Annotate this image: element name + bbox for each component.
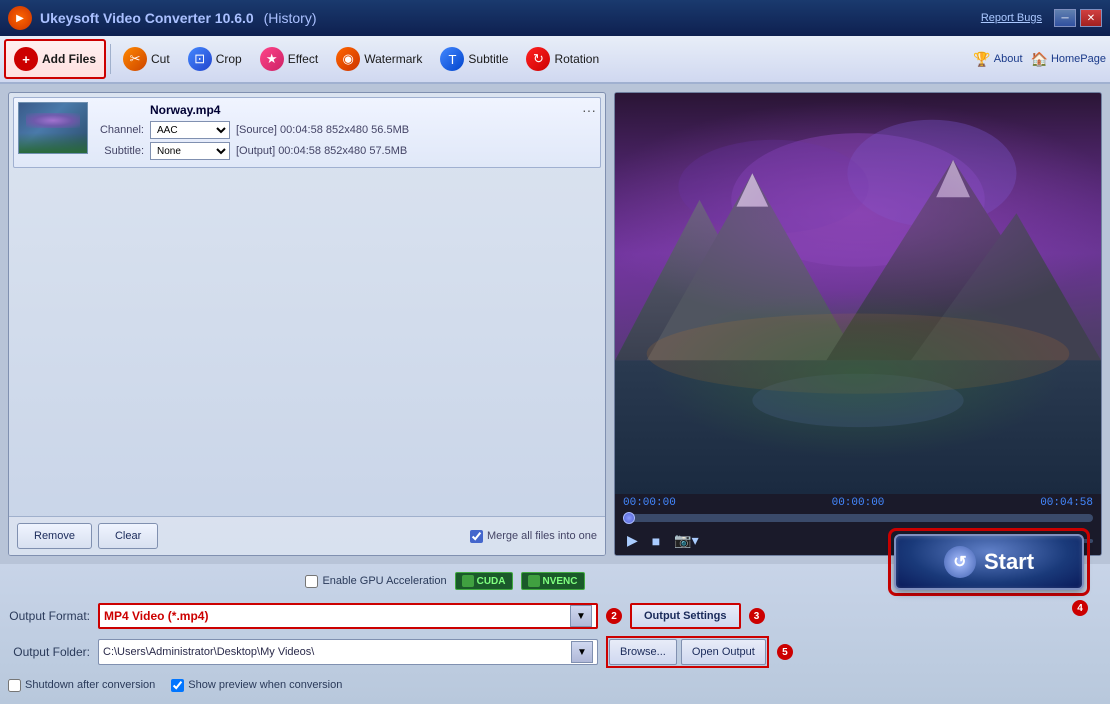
gpu-acceleration-checkbox[interactable] <box>305 575 318 588</box>
file-meta: Norway.mp4 ··· Channel: AAC [Source] 00:… <box>94 102 596 163</box>
start-badge: 4 <box>1072 600 1088 616</box>
time-end: 00:04:58 <box>1040 497 1093 509</box>
cut-button[interactable]: ✂ Cut <box>115 39 178 79</box>
folder-path: C:\Users\Administrator\Desktop\My Videos… <box>103 646 571 658</box>
file-list-area: Norway.mp4 ··· Channel: AAC [Source] 00:… <box>9 93 605 516</box>
play-button[interactable]: ▶ <box>623 530 642 551</box>
output-settings-badge: 3 <box>749 608 765 624</box>
file-thumbnail <box>18 102 88 154</box>
browse-button[interactable]: Browse... <box>609 639 677 665</box>
gpu-acceleration-label: Enable GPU Acceleration <box>322 575 446 587</box>
preview-checkbox[interactable] <box>171 679 184 692</box>
toolbar-separator <box>110 44 111 74</box>
toolbar: + Add Files ✂ Cut ⊡ Crop ★ Effect ◉ Wate… <box>0 36 1110 84</box>
progress-thumb[interactable] <box>623 512 635 524</box>
file-panel: Norway.mp4 ··· Channel: AAC [Source] 00:… <box>8 92 606 556</box>
watermark-icon: ◉ <box>336 47 360 71</box>
start-icon: ↺ <box>944 546 976 578</box>
merge-label: Merge all files into one <box>487 530 597 542</box>
folder-badge: 5 <box>777 644 793 660</box>
cut-icon: ✂ <box>123 47 147 71</box>
shutdown-option[interactable]: Shutdown after conversion <box>8 679 155 692</box>
options-row: Shutdown after conversion Show preview w… <box>0 670 890 700</box>
toolbar-right: 🏆 About 🏠 HomePage <box>973 51 1106 68</box>
report-bugs-link[interactable]: Report Bugs <box>981 12 1042 24</box>
format-select-wrapper: MP4 Video (*.mp4) ▼ <box>98 603 598 629</box>
gpu-acceleration-group: Enable GPU Acceleration <box>305 575 446 588</box>
gpu-row: Enable GPU Acceleration CUDA NVENC <box>0 564 890 598</box>
subtitle-label: Subtitle: <box>94 145 144 157</box>
homepage-link[interactable]: 🏠 HomePage <box>1031 51 1106 68</box>
shutdown-checkbox[interactable] <box>8 679 21 692</box>
clear-button[interactable]: Clear <box>98 523 158 549</box>
filename: Norway.mp4 <box>150 103 576 117</box>
subtitle-button[interactable]: T Subtitle <box>432 39 516 79</box>
folder-dropdown-button[interactable]: ▼ <box>571 641 593 663</box>
progress-track[interactable] <box>623 514 1093 522</box>
preview-panel: 00:00:00 00:00:00 00:04:58 ▶ ■ 📷▾ 🔊 <box>614 92 1102 556</box>
effect-button[interactable]: ★ Effect <box>252 39 326 79</box>
merge-checkbox-group: Merge all files into one <box>470 530 597 543</box>
watermark-button[interactable]: ◉ Watermark <box>328 39 430 79</box>
open-output-button[interactable]: Open Output <box>681 639 766 665</box>
shutdown-label: Shutdown after conversion <box>25 679 155 691</box>
about-link[interactable]: 🏆 About <box>973 51 1022 68</box>
folder-row: Output Folder: C:\Users\Administrator\De… <box>0 634 890 670</box>
add-files-button[interactable]: + Add Files <box>4 39 106 79</box>
channel-row: Channel: AAC [Source] 00:04:58 852x480 5… <box>94 121 596 139</box>
close-button[interactable]: ✕ <box>1080 9 1102 27</box>
output-format-badge: 2 <box>606 608 622 624</box>
folder-input-wrapper: C:\Users\Administrator\Desktop\My Videos… <box>98 639 598 665</box>
bottom-section: Enable GPU Acceleration CUDA NVENC Outpu… <box>0 564 1110 704</box>
merge-checkbox[interactable] <box>470 530 483 543</box>
main-content: Norway.mp4 ··· Channel: AAC [Source] 00:… <box>0 84 1110 564</box>
subtitle-select[interactable]: None <box>150 142 230 160</box>
titlebar: Ukeysoft Video Converter 10.6.0 (History… <box>0 0 1110 36</box>
output-format-label: Output Format: <box>0 609 90 623</box>
cuda-badge: CUDA <box>455 572 513 590</box>
format-select-value[interactable]: MP4 Video (*.mp4) <box>104 609 570 623</box>
preview-timecodes: 00:00:00 00:00:00 00:04:58 <box>615 494 1101 512</box>
app-logo <box>8 6 32 30</box>
preview-video <box>615 93 1101 494</box>
source-info: [Source] 00:04:58 852x480 56.5MB <box>236 124 409 136</box>
nvenc-badge: NVENC <box>521 572 585 590</box>
file-list-buttons: Remove Clear Merge all files into one <box>9 516 605 555</box>
app-title: Ukeysoft Video Converter 10.6.0 (History… <box>40 10 981 26</box>
preview-progress[interactable] <box>615 512 1101 526</box>
rotation-icon: ↻ <box>526 47 550 71</box>
output-settings-button[interactable]: Output Settings <box>630 603 741 629</box>
time-start: 00:00:00 <box>623 497 676 509</box>
preview-option[interactable]: Show preview when conversion <box>171 679 342 692</box>
output-folder-label: Output Folder: <box>0 645 90 659</box>
rotation-button[interactable]: ↻ Rotation <box>518 39 607 79</box>
format-dropdown-button[interactable]: ▼ <box>570 605 592 627</box>
output-info: [Output] 00:04:58 852x480 57.5MB <box>236 145 407 157</box>
file-item: Norway.mp4 ··· Channel: AAC [Source] 00:… <box>13 97 601 168</box>
time-mid: 00:00:00 <box>832 497 885 509</box>
subtitle-row: Subtitle: None [Output] 00:04:58 852x480… <box>94 142 596 160</box>
window-controls: ─ ✕ <box>1054 9 1102 27</box>
crop-icon: ⊡ <box>188 47 212 71</box>
channel-select[interactable]: AAC <box>150 121 230 139</box>
minimize-button[interactable]: ─ <box>1054 9 1076 27</box>
crop-button[interactable]: ⊡ Crop <box>180 39 250 79</box>
stop-button[interactable]: ■ <box>648 531 664 551</box>
add-files-icon: + <box>14 47 38 71</box>
file-name-row: Norway.mp4 ··· <box>94 102 596 118</box>
channel-label: Channel: <box>94 124 144 136</box>
browse-open-group: Browse... Open Output <box>606 636 769 668</box>
start-button[interactable]: ↺ Start <box>894 534 1084 590</box>
subtitle-icon: T <box>440 47 464 71</box>
effect-icon: ★ <box>260 47 284 71</box>
remove-button[interactable]: Remove <box>17 523 92 549</box>
start-button-border: ↺ Start <box>888 528 1090 596</box>
format-row: Output Format: MP4 Video (*.mp4) ▼ 2 Out… <box>0 598 890 634</box>
screenshot-button[interactable]: 📷▾ <box>670 530 702 551</box>
file-menu-button[interactable]: ··· <box>582 102 596 118</box>
preview-label: Show preview when conversion <box>188 679 342 691</box>
